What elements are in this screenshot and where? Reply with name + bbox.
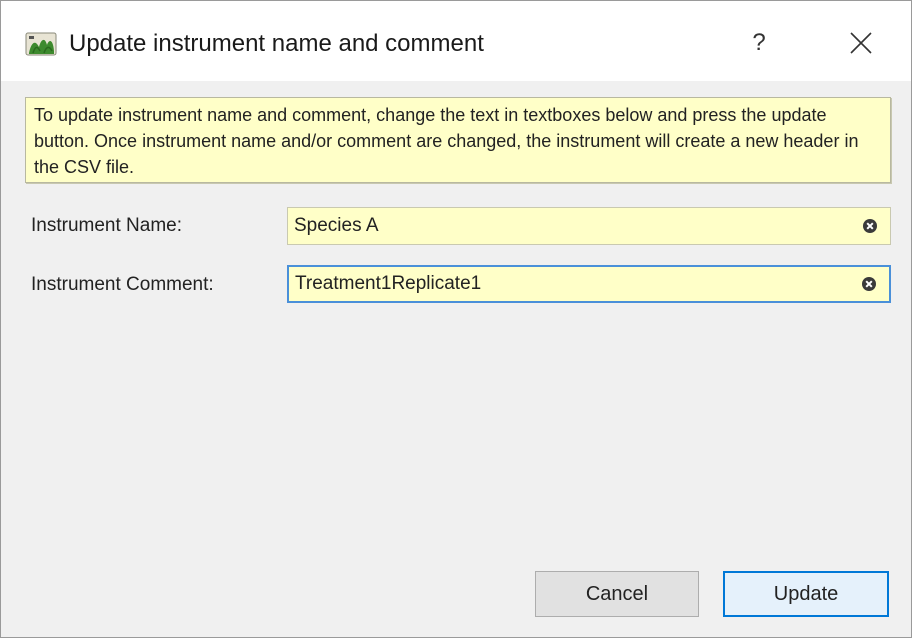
instrument-name-field-wrapper	[287, 207, 891, 245]
title-bar: Update instrument name and comment ?	[1, 1, 911, 81]
instrument-comment-field-wrapper	[287, 265, 891, 303]
update-instrument-dialog: Update instrument name and comment ? To …	[0, 0, 912, 638]
close-icon	[850, 32, 872, 54]
close-button[interactable]	[833, 23, 889, 63]
clear-icon[interactable]	[862, 218, 878, 234]
window-title: Update instrument name and comment	[69, 30, 484, 57]
instrument-comment-input[interactable]	[295, 267, 855, 301]
info-message: To update instrument name and comment, c…	[25, 97, 891, 183]
instrument-name-label: Instrument Name:	[31, 215, 182, 236]
instrument-comment-label: Instrument Comment:	[31, 274, 214, 295]
app-logo-icon	[25, 29, 57, 57]
instrument-name-input[interactable]	[294, 208, 854, 244]
help-button[interactable]: ?	[729, 23, 789, 63]
cancel-button[interactable]: Cancel	[535, 571, 699, 617]
clear-icon[interactable]	[861, 276, 877, 292]
update-button[interactable]: Update	[723, 571, 889, 617]
